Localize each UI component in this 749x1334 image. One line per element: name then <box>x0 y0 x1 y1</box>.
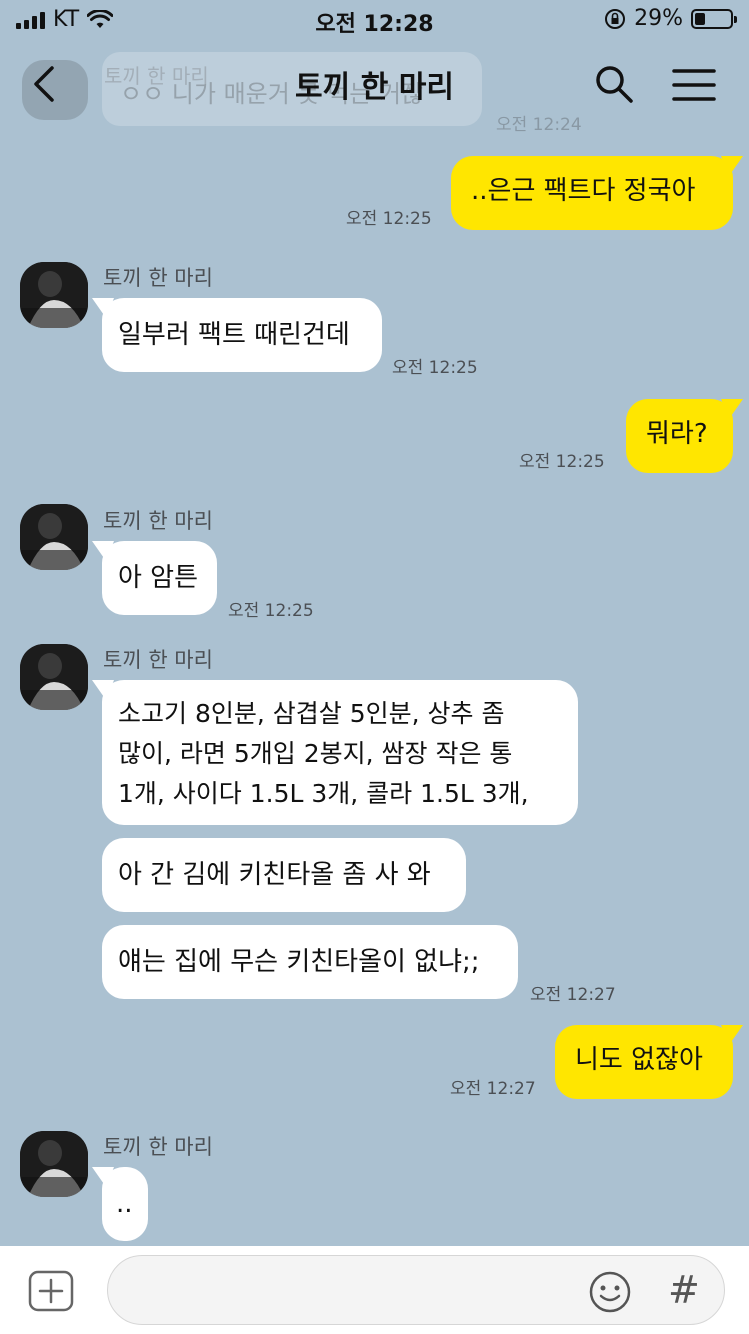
battery-percent: 29% <box>634 6 683 31</box>
sender-name: 토끼 한 마리 <box>103 266 213 290</box>
message-text-line: 많이, 라면 5개입 2봉지, 쌈장 작은 통 <box>118 739 513 768</box>
message-text-line: 1개, 사이다 1.5L 3개, 콜라 1.5L 3개, <box>118 779 529 808</box>
message-text-line: 소고기 8인분, 삼겹살 5인분, 상추 좀 <box>118 699 505 728</box>
message-input-bar: # <box>0 1246 749 1334</box>
search-icon[interactable] <box>594 64 634 104</box>
message-time: 오전 12:27 <box>450 1079 536 1099</box>
status-right: 29% <box>604 6 737 31</box>
message-time: 오전 12:27 <box>530 985 616 1005</box>
incoming-message-bubble[interactable]: 소고기 8인분, 삼겹살 5인분, 상추 좀 많이, 라면 5개입 2봉지, 쌈… <box>92 680 578 825</box>
message-text: ..은근 팩트다 정국아 <box>471 176 696 206</box>
avatar[interactable] <box>20 644 88 710</box>
outgoing-message-bubble[interactable]: 뭐라? <box>626 399 743 473</box>
message-text: 뭐라? <box>646 419 708 449</box>
avatar[interactable] <box>20 262 88 328</box>
ghost-message-time: 오전 12:24 <box>496 115 582 135</box>
sender-name: 토끼 한 마리 <box>103 1135 213 1159</box>
hash-icon[interactable]: # <box>668 1266 700 1314</box>
message-time: 오전 12:25 <box>392 358 478 378</box>
avatar[interactable] <box>20 504 88 570</box>
status-bar: KT 오전 12:28 29% <box>0 0 749 40</box>
chat-title: 토끼 한 마리 <box>295 70 454 105</box>
incoming-message-bubble[interactable]: 아 암튼 <box>92 541 217 615</box>
emoji-icon[interactable] <box>588 1270 632 1314</box>
message-text: 일부러 팩트 때린건데 <box>118 320 350 350</box>
chat-header: 토끼 한 마리 ㅇㅇ 니가 매운거 못 먹는 거잖 오전 12:24 토끼 한 … <box>0 40 749 135</box>
message-text: 니도 없잖아 <box>575 1045 703 1075</box>
incoming-message-bubble[interactable]: 일부러 팩트 때린건데 <box>92 298 382 372</box>
message-time: 오전 12:25 <box>519 452 605 472</box>
message-text: 아 간 김에 키친타올 좀 사 와 <box>118 860 431 890</box>
outgoing-message-bubble[interactable]: ..은근 팩트다 정국아 <box>451 156 743 230</box>
outgoing-message-bubble[interactable]: 니도 없잖아 <box>555 1025 743 1099</box>
message-text: 아 암튼 <box>118 563 199 593</box>
avatar[interactable] <box>20 1131 88 1197</box>
message-text: .. <box>116 1189 133 1219</box>
incoming-message-bubble[interactable]: 얘는 집에 무슨 키친타올이 없냐;; <box>102 925 518 999</box>
battery-icon <box>691 8 737 29</box>
message-text: 얘는 집에 무슨 키친타올이 없냐;; <box>118 947 480 977</box>
message-time: 오전 12:25 <box>346 209 432 229</box>
sender-name: 토끼 한 마리 <box>103 648 213 672</box>
message-input[interactable] <box>107 1255 725 1325</box>
plus-icon[interactable] <box>28 1270 74 1312</box>
orientation-lock-icon <box>605 8 626 29</box>
battery-fill <box>695 12 705 25</box>
incoming-message-bubble[interactable]: 아 간 김에 키친타올 좀 사 와 <box>102 838 466 912</box>
incoming-message-bubble[interactable]: .. <box>92 1167 148 1241</box>
message-time: 오전 12:25 <box>228 601 314 621</box>
sender-name: 토끼 한 마리 <box>103 509 213 533</box>
hamburger-menu-icon[interactable] <box>672 68 716 102</box>
